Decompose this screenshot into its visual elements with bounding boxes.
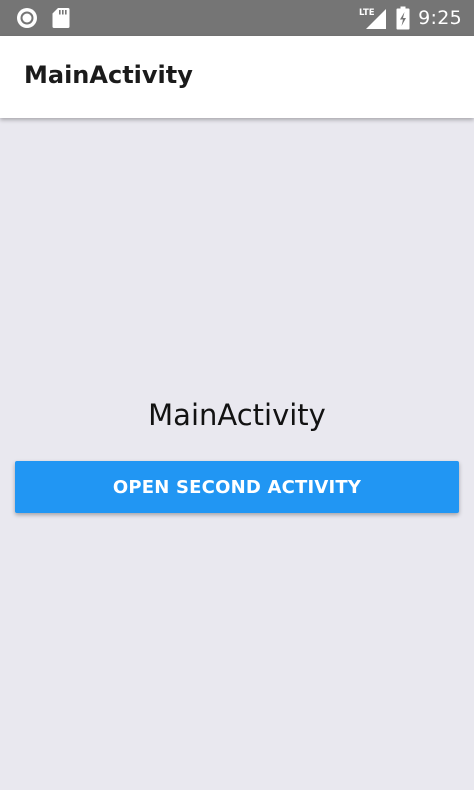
status-bar: LTE 9:25 xyxy=(0,0,474,36)
network-type-label: LTE xyxy=(359,8,375,18)
app-bar: MainActivity xyxy=(0,36,474,118)
status-time: 9:25 xyxy=(418,7,462,29)
battery-charging-icon xyxy=(396,6,410,30)
cell-signal-icon: LTE xyxy=(358,6,388,30)
main-content: MainActivity OPEN SECOND ACTIVITY xyxy=(0,118,474,790)
open-second-activity-button[interactable]: OPEN SECOND ACTIVITY xyxy=(15,461,459,513)
app-bar-title: MainActivity xyxy=(24,61,193,89)
status-system: LTE 9:25 xyxy=(358,6,462,30)
open-second-activity-button-label: OPEN SECOND ACTIVITY xyxy=(112,476,362,498)
main-label: MainActivity xyxy=(148,398,326,432)
status-notifications xyxy=(16,7,70,29)
circle-notification-icon xyxy=(16,7,38,29)
sd-card-icon xyxy=(52,7,70,29)
